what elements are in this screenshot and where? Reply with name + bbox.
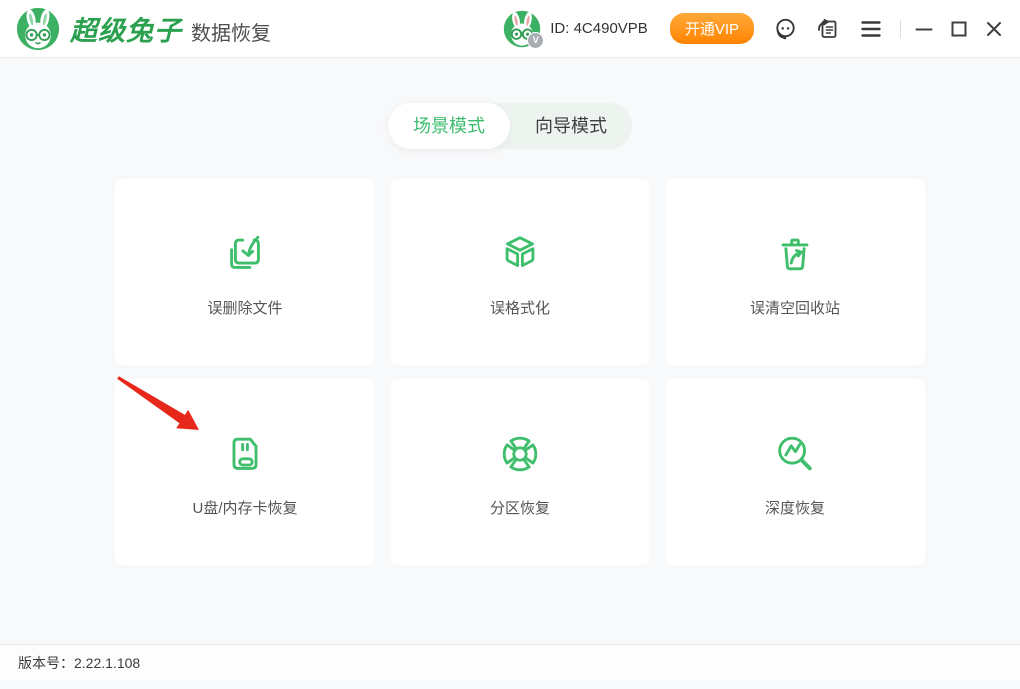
version-value: 2.22.1.108 <box>74 655 140 671</box>
feedback-icon[interactable] <box>816 17 840 41</box>
card-unformat[interactable]: 误格式化 <box>390 179 650 365</box>
main-area: 场景模式 向导模式 误删除文件 <box>0 103 1020 689</box>
card-label: 误删除文件 <box>207 297 282 318</box>
card-undelete-files[interactable]: 误删除文件 <box>115 179 375 365</box>
restore-file-icon <box>222 231 268 277</box>
card-label: 误清空回收站 <box>750 297 840 318</box>
open-vip-button[interactable]: 开通VIP <box>670 13 754 44</box>
app-subtitle: 数据恢复 <box>191 17 271 46</box>
card-partition-recovery[interactable]: 分区恢复 <box>390 379 650 565</box>
feature-grid: 误删除文件 误格式化 <box>115 179 925 565</box>
user-avatar[interactable]: V <box>503 10 541 48</box>
cube-icon <box>497 231 543 277</box>
card-label: 深度恢复 <box>765 497 825 518</box>
tab-scene-mode[interactable]: 场景模式 <box>388 103 510 149</box>
menu-icon[interactable] <box>859 17 883 41</box>
maximize-button[interactable] <box>947 17 971 41</box>
divider <box>900 20 901 38</box>
card-empty-recycle-bin[interactable]: 误清空回收站 <box>665 179 925 365</box>
card-usb-memory-card-recovery[interactable]: U盘/内存卡恢复 <box>115 379 375 565</box>
app-logo-rabbit-icon <box>16 7 60 51</box>
sd-card-icon <box>222 431 268 477</box>
title-bar: 超级兔子 数据恢复 V I <box>0 0 1020 58</box>
customer-service-icon[interactable] <box>773 17 797 41</box>
app-title: 超级兔子 <box>70 9 182 48</box>
app-window: 超级兔子 数据恢复 V I <box>0 0 1020 680</box>
minimize-button[interactable] <box>912 17 936 41</box>
partition-icon <box>497 431 543 477</box>
close-button[interactable] <box>982 17 1006 41</box>
user-id: ID: 4C490VPB <box>550 20 648 37</box>
card-label: 误格式化 <box>490 297 550 318</box>
card-label: U盘/内存卡恢复 <box>192 497 297 518</box>
version-label: 版本号： <box>18 653 74 673</box>
card-deep-recovery[interactable]: 深度恢复 <box>665 379 925 565</box>
trash-restore-icon <box>772 231 818 277</box>
vip-level-badge: V <box>527 32 544 49</box>
mode-switcher: 场景模式 向导模式 <box>388 103 632 149</box>
brand: 超级兔子 数据恢复 <box>70 9 271 48</box>
tab-wizard-mode[interactable]: 向导模式 <box>510 103 632 149</box>
magnifier-chart-icon <box>772 431 818 477</box>
card-label: 分区恢复 <box>490 497 550 518</box>
status-bar: 版本号： 2.22.1.108 <box>0 644 1020 680</box>
